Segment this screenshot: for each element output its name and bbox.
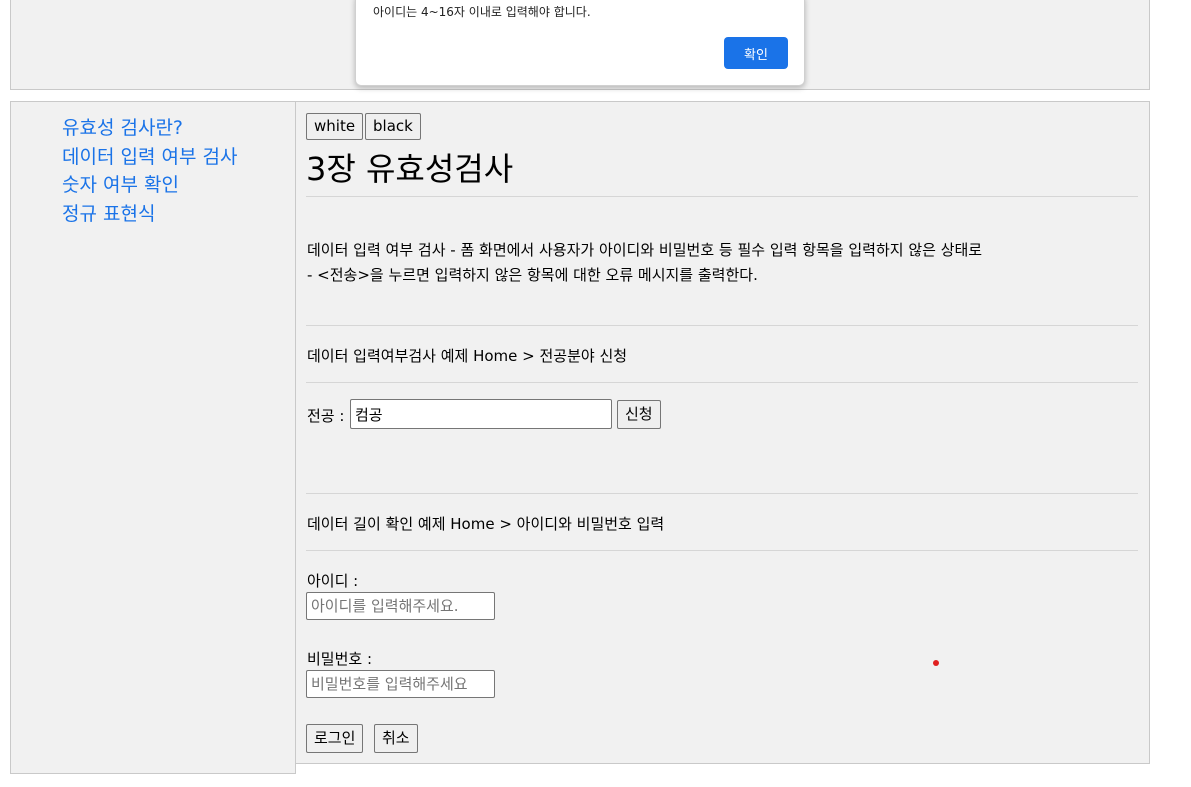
sidebar-item-validation-intro[interactable]: 유효성 검사란? <box>62 114 237 143</box>
major-input[interactable] <box>350 399 612 429</box>
major-label: 전공 : <box>307 407 345 425</box>
divider <box>306 550 1138 551</box>
main-content: white black 3장 유효성검사 데이터 입력 여부 검사 - 폼 화면… <box>295 101 1150 764</box>
alert-dialog: 아이디는 4~16자 이내로 입력해야 합니다. 확인 <box>355 0 805 86</box>
description-line-2: - <전송>을 누르면 입력하지 않은 항목에 대한 오류 메시지를 출력한다. <box>307 266 758 284</box>
example2-heading: 데이터 길이 확인 예제 Home > 아이디와 비밀번호 입력 <box>307 515 665 533</box>
password-label: 비밀번호 : <box>307 650 373 668</box>
login-button[interactable]: 로그인 <box>306 724 364 753</box>
apply-button[interactable]: 신청 <box>617 400 661 429</box>
divider <box>306 325 1138 326</box>
divider <box>306 196 1138 197</box>
id-label: 아이디 : <box>307 572 359 590</box>
cancel-button[interactable]: 취소 <box>374 724 418 753</box>
example1-heading: 데이터 입력여부검사 예제 Home > 전공분야 신청 <box>307 347 628 365</box>
sidebar: 유효성 검사란? 데이터 입력 여부 검사 숫자 여부 확인 정규 표현식 <box>10 101 296 774</box>
page-title: 3장 유효성검사 <box>306 150 514 188</box>
sidebar-item-number-check[interactable]: 숫자 여부 확인 <box>62 171 237 200</box>
sidebar-menu: 유효성 검사란? 데이터 입력 여부 검사 숫자 여부 확인 정규 표현식 <box>62 114 237 228</box>
id-input[interactable] <box>306 592 495 620</box>
white-theme-button[interactable]: white <box>306 113 364 140</box>
black-theme-button[interactable]: black <box>365 113 421 140</box>
sidebar-item-regex[interactable]: 정규 표현식 <box>62 200 237 229</box>
cursor-dot <box>933 660 939 666</box>
alert-message: 아이디는 4~16자 이내로 입력해야 합니다. <box>373 5 591 19</box>
divider <box>306 382 1138 383</box>
divider <box>306 493 1138 494</box>
password-input[interactable] <box>306 670 495 698</box>
confirm-button[interactable]: 확인 <box>724 37 788 69</box>
sidebar-item-input-check[interactable]: 데이터 입력 여부 검사 <box>62 143 237 172</box>
description-line-1: 데이터 입력 여부 검사 - 폼 화면에서 사용자가 아이디와 비밀번호 등 필… <box>307 241 983 259</box>
